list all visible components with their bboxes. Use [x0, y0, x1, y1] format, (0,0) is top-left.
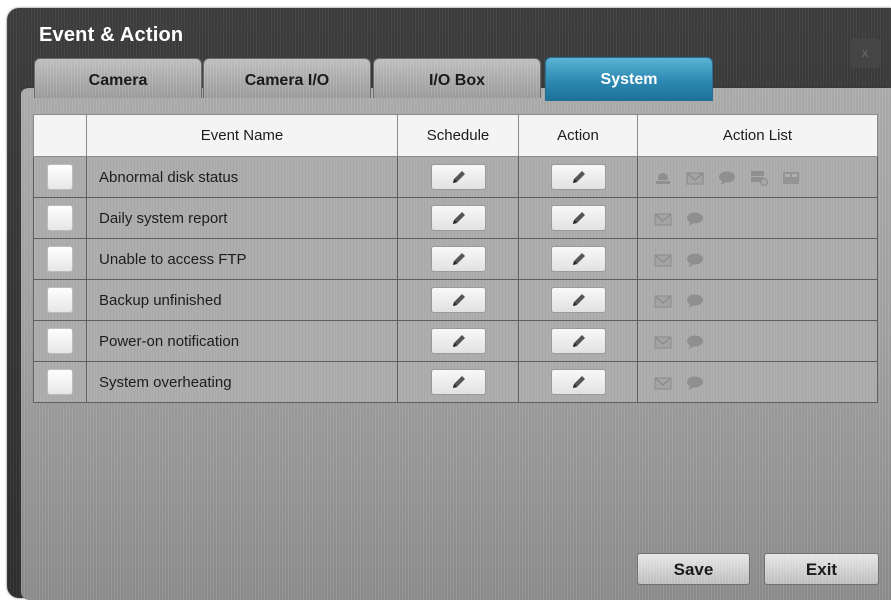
action-list-cell	[637, 156, 878, 198]
header-action-list: Action List	[637, 114, 878, 157]
table-row: Abnormal disk status	[33, 156, 878, 198]
action-edit-button[interactable]	[550, 369, 606, 395]
table-row: Power-on notification	[33, 320, 878, 362]
pencil-icon	[572, 376, 585, 388]
alarm-icon	[654, 170, 672, 186]
chat-icon	[686, 334, 704, 350]
action-cell	[518, 197, 638, 239]
schedule-cell	[397, 361, 519, 403]
event-name-cell: Power-on notification	[86, 320, 398, 362]
exit-button[interactable]: Exit	[764, 553, 879, 585]
pencil-icon	[452, 212, 465, 224]
event-name-cell: Abnormal disk status	[86, 156, 398, 198]
action-list-cell	[637, 361, 878, 403]
schedule-cell	[397, 197, 519, 239]
table-row: Backup unfinished	[33, 279, 878, 321]
action-edit-button[interactable]	[550, 287, 606, 313]
panel-icon	[782, 170, 800, 186]
row-check-cell	[33, 279, 87, 321]
row-checkbox[interactable]	[47, 246, 73, 272]
action-cell	[518, 361, 638, 403]
close-button[interactable]: x	[850, 38, 880, 68]
table-header-row: Event Name Schedule Action Action List	[33, 114, 878, 157]
pencil-icon	[452, 294, 465, 306]
action-list-cell	[637, 279, 878, 321]
mail-icon	[654, 375, 672, 391]
tab-io-box[interactable]: I/O Box	[373, 58, 541, 98]
header-schedule: Schedule	[397, 114, 519, 157]
schedule-cell	[397, 320, 519, 362]
event-name-cell: System overheating	[86, 361, 398, 403]
mail-icon	[686, 170, 704, 186]
action-edit-button[interactable]	[550, 205, 606, 231]
action-list-cell	[637, 320, 878, 362]
action-cell	[518, 156, 638, 198]
action-edit-button[interactable]	[550, 328, 606, 354]
tab-camera-io[interactable]: Camera I/O	[203, 58, 371, 98]
schedule-edit-button[interactable]	[430, 369, 486, 395]
pencil-icon	[452, 171, 465, 183]
event-name-cell: Daily system report	[86, 197, 398, 239]
row-checkbox[interactable]	[47, 328, 73, 354]
tab-camera[interactable]: Camera	[34, 58, 202, 98]
action-list-cell	[637, 197, 878, 239]
row-checkbox[interactable]	[47, 164, 73, 190]
action-edit-button[interactable]	[550, 246, 606, 272]
pencil-icon	[572, 212, 585, 224]
event-name-cell: Backup unfinished	[86, 279, 398, 321]
schedule-edit-button[interactable]	[430, 246, 486, 272]
row-check-cell	[33, 156, 87, 198]
action-cell	[518, 238, 638, 280]
pencil-icon	[572, 294, 585, 306]
header-action: Action	[518, 114, 638, 157]
schedule-edit-button[interactable]	[430, 328, 486, 354]
row-checkbox[interactable]	[47, 369, 73, 395]
server-icon	[750, 170, 768, 186]
row-check-cell	[33, 361, 87, 403]
row-check-cell	[33, 238, 87, 280]
table-row: Daily system report	[33, 197, 878, 239]
chat-icon	[718, 170, 736, 186]
chat-icon	[686, 293, 704, 309]
action-edit-button[interactable]	[550, 164, 606, 190]
row-check-cell	[33, 197, 87, 239]
action-cell	[518, 320, 638, 362]
mail-icon	[654, 334, 672, 350]
chat-icon	[686, 211, 704, 227]
header-event-name: Event Name	[86, 114, 398, 157]
pencil-icon	[572, 253, 585, 265]
header-check	[33, 114, 87, 157]
pencil-icon	[452, 253, 465, 265]
schedule-edit-button[interactable]	[430, 164, 486, 190]
action-cell	[518, 279, 638, 321]
schedule-edit-button[interactable]	[430, 287, 486, 313]
event-name-cell: Unable to access FTP	[86, 238, 398, 280]
pencil-icon	[572, 335, 585, 347]
pencil-icon	[572, 171, 585, 183]
schedule-cell	[397, 238, 519, 280]
row-checkbox[interactable]	[47, 287, 73, 313]
mail-icon	[654, 252, 672, 268]
row-checkbox[interactable]	[47, 205, 73, 231]
tab-system[interactable]: System	[545, 57, 713, 101]
chat-icon	[686, 375, 704, 391]
mail-icon	[654, 211, 672, 227]
save-button[interactable]: Save	[637, 553, 750, 585]
pencil-icon	[452, 335, 465, 347]
table-row: Unable to access FTP	[33, 238, 878, 280]
table-row: System overheating	[33, 361, 878, 403]
schedule-cell	[397, 156, 519, 198]
event-table: Event Name Schedule Action Action List A…	[33, 114, 878, 403]
schedule-cell	[397, 279, 519, 321]
action-list-cell	[637, 238, 878, 280]
chat-icon	[686, 252, 704, 268]
schedule-edit-button[interactable]	[430, 205, 486, 231]
row-check-cell	[33, 320, 87, 362]
window-title: Event & Action	[39, 24, 184, 46]
pencil-icon	[452, 376, 465, 388]
mail-icon	[654, 293, 672, 309]
